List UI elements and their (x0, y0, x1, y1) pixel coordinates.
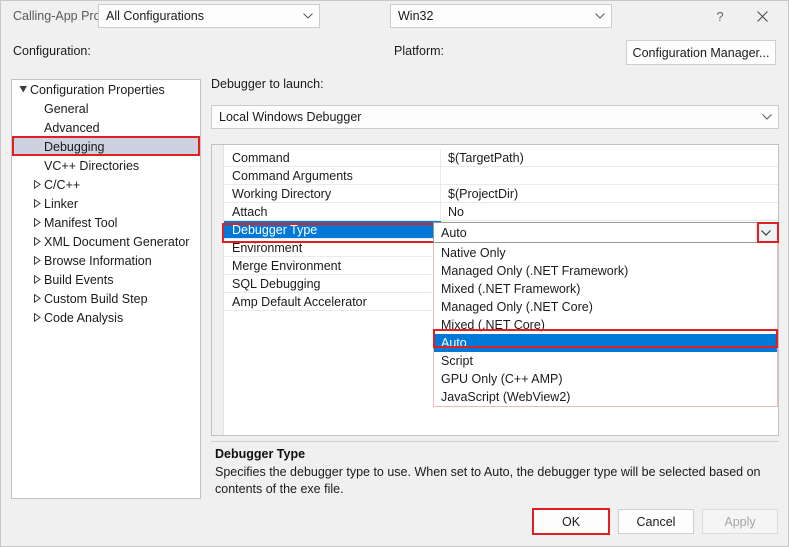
configuration-value: All Configurations (99, 9, 297, 23)
tree-item-configuration-properties[interactable]: Configuration Properties (12, 80, 200, 99)
platform-label: Platform: (394, 44, 444, 58)
debugger-to-launch-select[interactable]: Local Windows Debugger (211, 105, 779, 129)
debugger-type-option-list[interactable]: Native OnlyManaged Only (.NET Framework)… (433, 243, 778, 407)
debugger-type-dropdown-header[interactable]: Auto (433, 222, 778, 243)
property-value[interactable]: $(TargetPath) (441, 149, 778, 166)
chevron-down-icon (756, 106, 778, 128)
cancel-button[interactable]: Cancel (618, 509, 694, 534)
tree-item-label: Build Events (44, 273, 113, 287)
tree-item-general[interactable]: General (12, 99, 200, 118)
property-value[interactable] (441, 167, 778, 184)
description-separator (211, 441, 779, 442)
tree-item-label: General (44, 102, 88, 116)
dropdown-option[interactable]: Native Only (434, 244, 777, 262)
property-value[interactable]: No (441, 203, 778, 220)
expander-expand-icon[interactable] (30, 199, 44, 208)
property-row[interactable]: Command$(TargetPath) (224, 149, 778, 167)
expander-expand-icon[interactable] (30, 275, 44, 284)
dropdown-option[interactable]: Mixed (.NET Framework) (434, 280, 777, 298)
dropdown-option[interactable]: Managed Only (.NET Core) (434, 298, 777, 316)
tree-item-custom-build-step[interactable]: Custom Build Step (12, 289, 200, 308)
debugger-type-selected-value: Auto (434, 226, 755, 240)
expander-expand-icon[interactable] (30, 180, 44, 189)
dropdown-option[interactable]: Auto (434, 334, 777, 352)
tree-item-linker[interactable]: Linker (12, 194, 200, 213)
dropdown-option[interactable]: Script (434, 352, 777, 370)
close-glyph (757, 11, 768, 22)
property-name: Debugger Type (224, 221, 441, 238)
expander-collapse-icon[interactable] (16, 85, 30, 94)
apply-button: Apply (702, 509, 778, 534)
tree-item-xml-document-generator[interactable]: XML Document Generator (12, 232, 200, 251)
debugger-to-launch-value: Local Windows Debugger (212, 110, 756, 124)
chevron-down-icon (589, 5, 611, 27)
property-name: Command Arguments (224, 167, 441, 184)
tree-item-browse-information[interactable]: Browse Information (12, 251, 200, 270)
property-pages-dialog: Calling-App Property Pages ? Configurati… (0, 0, 789, 547)
tree-item-build-events[interactable]: Build Events (12, 270, 200, 289)
configuration-select[interactable]: All Configurations (98, 4, 320, 28)
tree-item-label: Custom Build Step (44, 292, 148, 306)
debugger-to-launch-label: Debugger to launch: (211, 77, 324, 91)
description-body: Specifies the debugger type to use. When… (215, 464, 771, 498)
debugger-type-dropdown[interactable]: Auto Native OnlyManaged Only (.NET Frame… (433, 222, 778, 407)
property-name: Amp Default Accelerator (224, 293, 441, 310)
property-name: Attach (224, 203, 441, 220)
tree-item-debugging[interactable]: Debugging (12, 137, 200, 156)
dropdown-option[interactable]: GPU Only (C++ AMP) (434, 370, 777, 388)
close-icon[interactable] (740, 1, 784, 31)
tree-item-label: C/C++ (44, 178, 80, 192)
expander-expand-icon[interactable] (30, 313, 44, 322)
dropdown-option[interactable]: Mixed (.NET Core) (434, 316, 777, 334)
property-row[interactable]: Working Directory$(ProjectDir) (224, 185, 778, 203)
chevron-down-icon (297, 5, 319, 27)
help-icon[interactable]: ? (698, 1, 742, 31)
property-row[interactable]: AttachNo (224, 203, 778, 221)
expander-expand-icon[interactable] (30, 237, 44, 246)
tree-item-manifest-tool[interactable]: Manifest Tool (12, 213, 200, 232)
property-value[interactable]: $(ProjectDir) (441, 185, 778, 202)
configuration-tree[interactable]: Configuration Properties General Advanced D… (11, 79, 201, 499)
tree-item-label: Advanced (44, 121, 100, 135)
property-row[interactable]: Command Arguments (224, 167, 778, 185)
dropdown-option[interactable]: JavaScript (WebView2) (434, 388, 777, 406)
tree-item-label: Manifest Tool (44, 216, 117, 230)
tree-item-c-c[interactable]: C/C++ (12, 175, 200, 194)
tree-item-label: Browse Information (44, 254, 152, 268)
dropdown-option[interactable]: Managed Only (.NET Framework) (434, 262, 777, 280)
ok-button[interactable]: OK (532, 508, 610, 535)
chevron-down-icon[interactable] (755, 223, 777, 242)
tree-item-label: Code Analysis (44, 311, 123, 325)
tree-item-label: VC++ Directories (44, 159, 139, 173)
tree-item-label: Linker (44, 197, 78, 211)
description-title: Debugger Type (215, 447, 305, 461)
property-name: Merge Environment (224, 257, 441, 274)
configuration-manager-button[interactable]: Configuration Manager... (626, 40, 776, 65)
platform-value: Win32 (391, 9, 589, 23)
tree-item-code-analysis[interactable]: Code Analysis (12, 308, 200, 327)
property-name: Environment (224, 239, 441, 256)
tree-item-advanced[interactable]: Advanced (12, 118, 200, 137)
tree-item-label: Configuration Properties (30, 83, 165, 97)
property-name: Command (224, 149, 441, 166)
configuration-label: Configuration: (13, 44, 91, 58)
property-name: SQL Debugging (224, 275, 441, 292)
platform-select[interactable]: Win32 (390, 4, 612, 28)
property-name: Working Directory (224, 185, 441, 202)
grid-gutter (212, 145, 224, 435)
tree-item-label: XML Document Generator (44, 235, 189, 249)
tree-item-label: Debugging (44, 140, 104, 154)
expander-expand-icon[interactable] (30, 294, 44, 303)
expander-expand-icon[interactable] (30, 218, 44, 227)
tree-item-vc-directories[interactable]: VC++ Directories (12, 156, 200, 175)
expander-expand-icon[interactable] (30, 256, 44, 265)
